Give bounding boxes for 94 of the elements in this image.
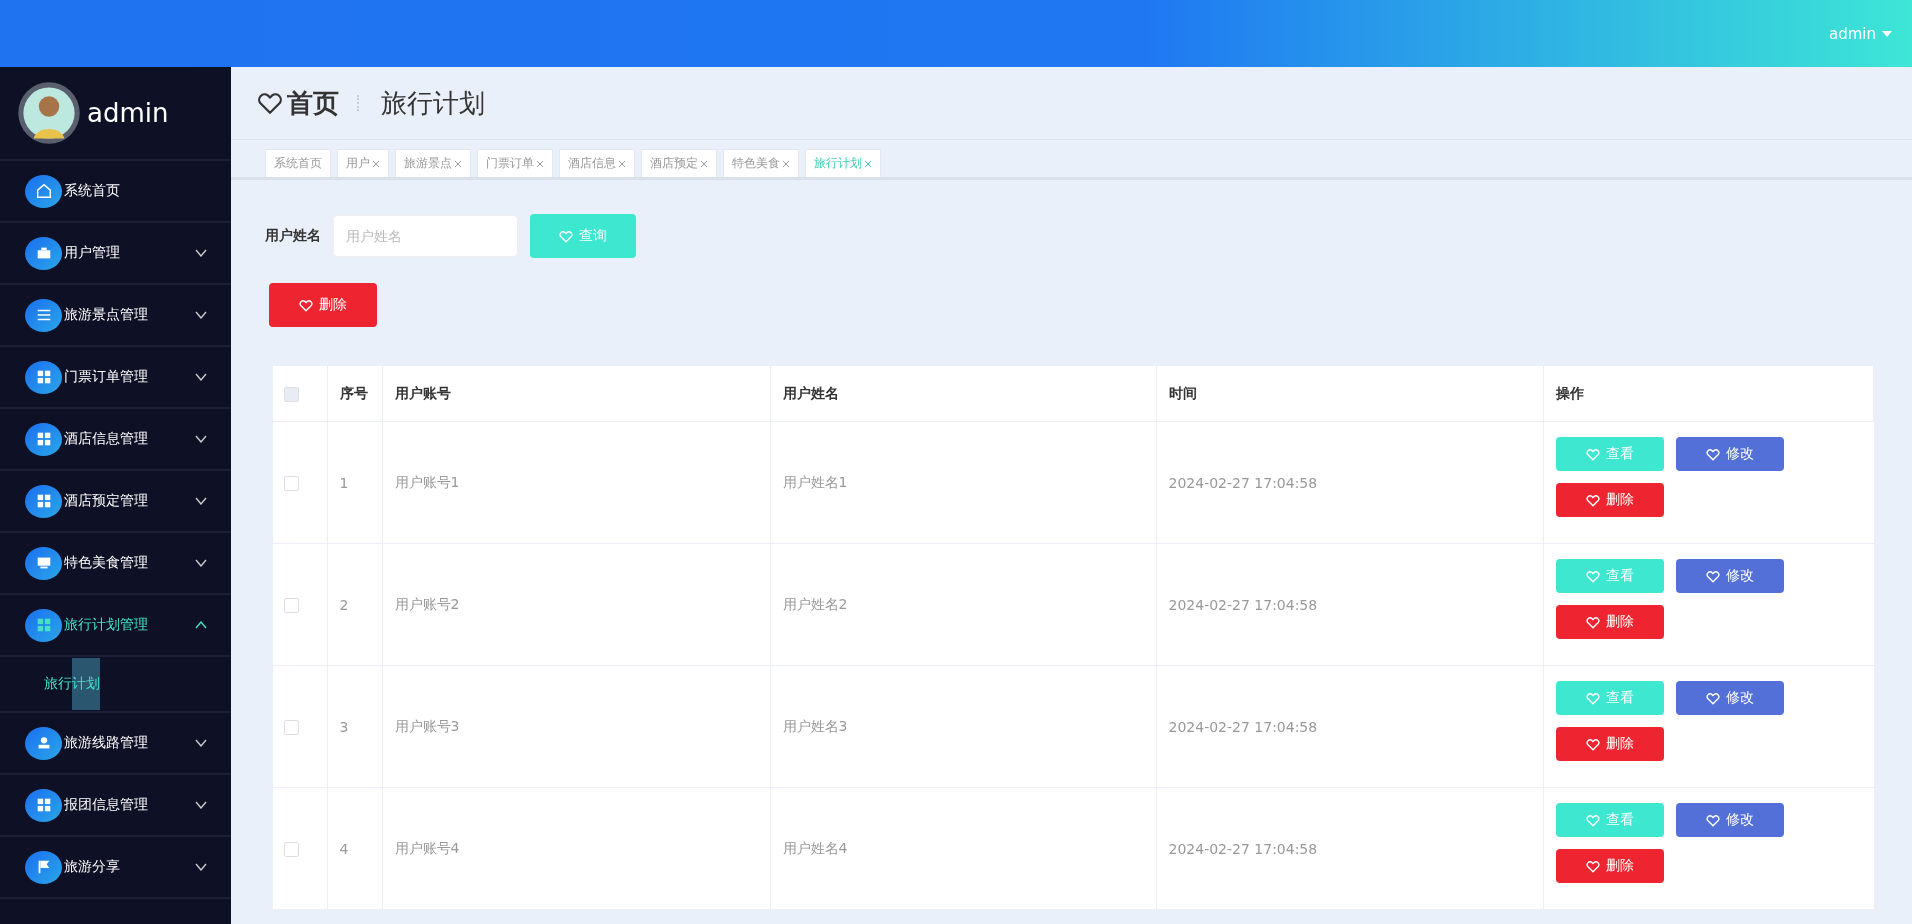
close-icon[interactable] — [454, 159, 462, 168]
flag-icon — [25, 850, 62, 884]
account-cell: 用户账号2 — [394, 595, 460, 612]
heart-icon — [1585, 569, 1600, 583]
briefcase-icon — [25, 236, 62, 270]
submenu-item[interactable]: 旅行计划 — [44, 658, 100, 710]
row-checkbox[interactable] — [284, 841, 299, 857]
name-cell: 用户姓名3 — [782, 717, 848, 734]
time-cell: 2024-02-27 17:04:58 — [1168, 840, 1318, 857]
heart-icon — [1705, 691, 1720, 705]
column-header: 序号 — [339, 384, 368, 401]
menu-item[interactable]: 旅游分享 — [0, 837, 231, 899]
column-header: 用户账号 — [394, 384, 451, 401]
index-cell: 1 — [339, 474, 349, 491]
index-cell: 2 — [339, 596, 349, 613]
search-field[interactable]: 用户姓名 — [333, 215, 518, 257]
heart-icon — [1585, 813, 1600, 827]
delete-button[interactable]: 删除 — [1555, 483, 1664, 517]
heart-icon — [1705, 447, 1720, 461]
house-icon — [25, 174, 62, 208]
heart-icon — [1585, 447, 1600, 461]
tab[interactable]: 用户 — [337, 149, 389, 177]
menu-item[interactable]: 用户管理 — [0, 223, 231, 285]
tab[interactable]: 门票订单 — [477, 149, 553, 177]
name-cell: 用户姓名1 — [782, 473, 848, 490]
account-cell: 用户账号4 — [394, 839, 460, 856]
tab[interactable]: 特色美食 — [723, 149, 799, 177]
delete-button[interactable]: 删除 — [269, 283, 377, 327]
close-icon[interactable] — [864, 159, 872, 168]
menu-item[interactable]: 旅游线路管理 — [0, 713, 231, 775]
grid-icon — [25, 788, 62, 822]
tab[interactable]: 系统首页 — [265, 149, 331, 177]
heart-icon — [1585, 615, 1600, 629]
row-checkbox[interactable] — [284, 719, 299, 735]
column-header: 用户姓名 — [782, 384, 839, 401]
delete-button[interactable]: 删除 — [1555, 727, 1664, 761]
name-cell: 用户姓名2 — [782, 595, 848, 612]
breadcrumb-link[interactable]: 首页 — [287, 85, 339, 121]
grid-icon — [25, 608, 62, 642]
account-cell: 用户账号1 — [394, 473, 460, 490]
menu-item[interactable]: 门票订单管理 — [0, 347, 231, 409]
menu-item[interactable]: 酒店信息管理 — [0, 409, 231, 471]
heart-icon — [559, 229, 573, 243]
grid-icon — [25, 422, 62, 456]
heart-icon — [1705, 813, 1720, 827]
edit-button[interactable]: 修改 — [1675, 437, 1784, 471]
close-icon[interactable] — [536, 159, 544, 168]
close-icon[interactable] — [618, 159, 626, 168]
tab[interactable]: 酒店预定 — [641, 149, 717, 177]
heart-icon — [1585, 691, 1600, 705]
search-label: 用户姓名 — [265, 227, 321, 245]
menu-item[interactable]: 系统首页 — [0, 161, 231, 223]
column-header: 时间 — [1168, 384, 1197, 401]
close-icon[interactable] — [782, 159, 790, 168]
time-cell: 2024-02-27 17:04:58 — [1168, 474, 1318, 491]
heart-icon — [1585, 737, 1600, 751]
account-cell: 用户账号3 — [394, 717, 460, 734]
monitor-icon — [25, 546, 62, 580]
menu-item[interactable]: 旅游景点管理 — [0, 285, 231, 347]
delete-button[interactable]: 删除 — [1555, 849, 1664, 883]
index-cell: 3 — [339, 718, 349, 735]
menu-item[interactable]: 酒店预定管理 — [0, 471, 231, 533]
heart-icon — [1585, 493, 1600, 507]
lines-icon — [25, 298, 62, 332]
grid-icon — [25, 484, 62, 518]
edit-button[interactable]: 修改 — [1675, 803, 1784, 837]
profile-name: admin — [87, 98, 169, 128]
tab[interactable]: 酒店信息 — [559, 149, 635, 177]
row-checkbox[interactable] — [284, 597, 299, 613]
column-header: 操作 — [1555, 384, 1584, 401]
menu-item[interactable]: 旅行计划管理 — [0, 595, 231, 657]
avatar-icon — [17, 81, 81, 145]
index-cell: 4 — [339, 840, 349, 857]
edit-button[interactable]: 修改 — [1675, 559, 1784, 593]
heart-icon — [257, 91, 283, 115]
row-checkbox[interactable] — [284, 475, 299, 491]
heart-icon — [299, 298, 313, 312]
time-cell: 2024-02-27 17:04:58 — [1168, 596, 1318, 613]
edit-button[interactable]: 修改 — [1675, 681, 1784, 715]
grid-icon — [25, 360, 62, 394]
heart-icon — [1705, 569, 1720, 583]
close-icon[interactable] — [700, 159, 708, 168]
select-all-checkbox[interactable] — [284, 386, 299, 402]
time-cell: 2024-02-27 17:04:58 — [1168, 718, 1318, 735]
name-cell: 用户姓名4 — [782, 839, 848, 856]
tab[interactable]: 旅游景点 — [395, 149, 471, 177]
caret-icon — [1882, 30, 1892, 37]
delete-button[interactable]: 删除 — [1555, 605, 1664, 639]
close-icon[interactable] — [372, 159, 380, 168]
menu-item[interactable]: 报团信息管理 — [0, 775, 231, 837]
breadcrumb-current: 旅行计划 — [381, 86, 485, 120]
heart-icon — [1585, 859, 1600, 873]
person-icon — [25, 726, 62, 760]
menu-item[interactable]: 特色美食管理 — [0, 533, 231, 595]
